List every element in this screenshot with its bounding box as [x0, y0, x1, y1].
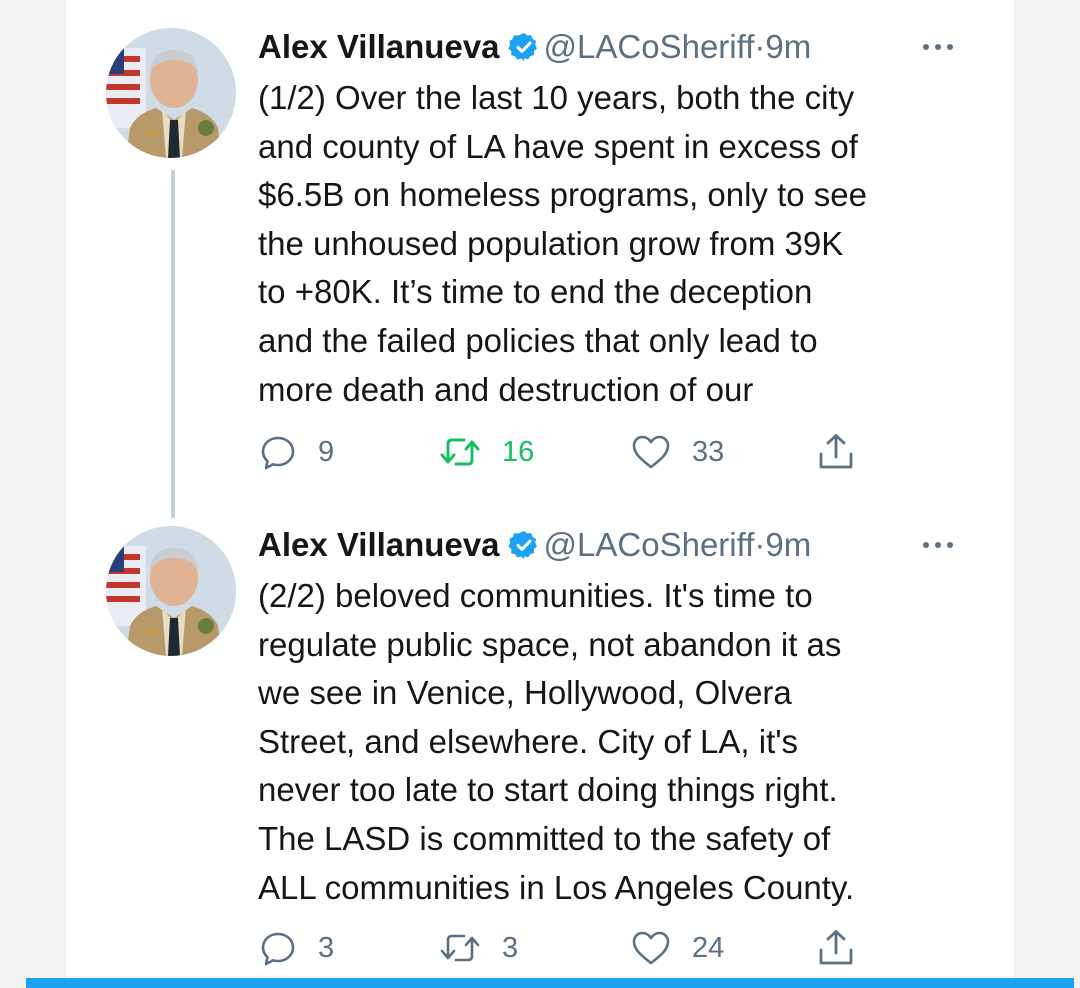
reply-button[interactable]: 3: [258, 926, 334, 970]
thread-connector-line: [171, 170, 175, 518]
tweet-text: (1/2) Over the last 10 years, both the c…: [258, 79, 868, 408]
retweet-count: 16: [502, 435, 535, 468]
like-count: 33: [692, 435, 725, 468]
retweet-button[interactable]: 3: [438, 926, 518, 970]
reply-icon: [261, 932, 295, 966]
separator-dot: ·: [754, 526, 766, 563]
share-button[interactable]: [816, 430, 876, 474]
tweet-thread-card: Alex Villanueva @LACoSheriff·9m (1/2) Ove…: [66, 0, 1014, 978]
tweet-timestamp[interactable]: 9m: [765, 28, 811, 65]
share-icon: [819, 930, 853, 965]
reply-count: 9: [318, 435, 335, 468]
heart-icon: [632, 435, 670, 469]
tweet-actions: 3 3 24: [258, 926, 878, 970]
avatar[interactable]: [106, 526, 236, 656]
tweet-header: Alex Villanueva @LACoSheriff·9m: [258, 22, 978, 72]
tweet-text: (2/2) beloved communities. It's time to …: [258, 577, 855, 906]
tweet-actions: 9 16 33: [258, 430, 878, 474]
share-button[interactable]: [816, 926, 876, 970]
tweet-header: Alex Villanueva @LACoSheriff·9m: [258, 520, 978, 570]
like-count: 24: [692, 931, 725, 964]
sheriff-portrait-avatar-icon: [106, 28, 236, 158]
share-icon: [819, 434, 853, 469]
tweet-timestamp[interactable]: 9m: [765, 526, 811, 563]
retweet-count: 3: [502, 931, 519, 964]
more-options-icon[interactable]: [918, 520, 958, 570]
retweet-icon: [440, 438, 480, 466]
like-button[interactable]: 33: [630, 430, 724, 474]
reply-button[interactable]: 9: [258, 430, 334, 474]
avatar[interactable]: [106, 28, 236, 158]
verified-badge-icon: [507, 27, 540, 77]
reply-icon: [261, 436, 295, 470]
verified-badge-icon: [507, 525, 540, 575]
more-options-icon[interactable]: [918, 22, 958, 72]
retweet-button[interactable]: 16: [438, 430, 534, 474]
author-name[interactable]: Alex Villanueva: [258, 526, 500, 563]
retweet-icon: [440, 934, 480, 962]
sheriff-portrait-avatar-icon: [106, 526, 236, 656]
author-handle[interactable]: @LACoSheriff: [544, 28, 755, 65]
author-name[interactable]: Alex Villanueva: [258, 28, 500, 65]
author-handle[interactable]: @LACoSheriff: [544, 526, 755, 563]
reply-count: 3: [318, 931, 335, 964]
heart-icon: [632, 931, 670, 965]
separator-dot: ·: [754, 28, 766, 65]
like-button[interactable]: 24: [630, 926, 724, 970]
accent-bottom-bar: [26, 978, 1074, 988]
